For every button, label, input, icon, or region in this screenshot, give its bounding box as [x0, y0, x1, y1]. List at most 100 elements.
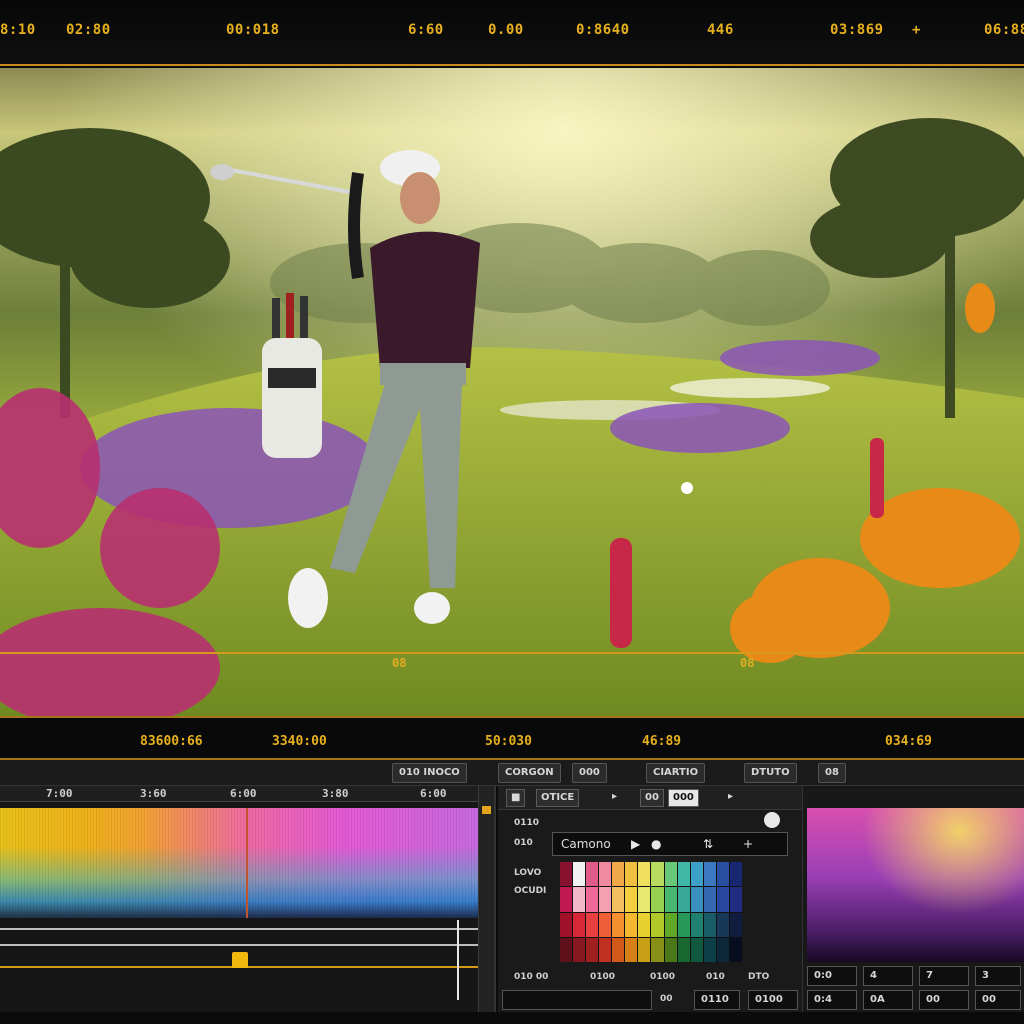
color-swatch[interactable] [677, 862, 690, 887]
color-swatch[interactable] [690, 937, 703, 962]
toolbar-button[interactable]: CIARTIO [646, 763, 706, 783]
color-swatch[interactable] [716, 887, 729, 912]
color-swatch[interactable] [586, 937, 599, 962]
keyframe-marker[interactable] [232, 952, 248, 968]
color-swatch[interactable] [586, 912, 599, 937]
toolbar-button[interactable]: CORGON [498, 763, 561, 783]
color-swatch[interactable] [716, 937, 729, 962]
color-swatch[interactable] [664, 862, 677, 887]
viewer-scrub-line[interactable] [0, 652, 1024, 654]
color-swatch[interactable] [625, 887, 638, 912]
video-viewer[interactable]: 08 08 [0, 68, 1024, 716]
value-field[interactable]: 00 [975, 990, 1021, 1010]
value-field[interactable]: 4 [863, 966, 913, 986]
color-swatch[interactable] [560, 912, 573, 937]
color-swatch[interactable] [677, 937, 690, 962]
color-swatch[interactable] [729, 862, 742, 887]
color-swatch[interactable] [703, 862, 716, 887]
play-icon[interactable]: ▸ [608, 789, 621, 807]
panel-icon-button[interactable]: ■ [506, 789, 526, 807]
color-swatch[interactable] [625, 937, 638, 962]
color-swatch[interactable] [612, 862, 625, 887]
color-swatch[interactable] [599, 912, 612, 937]
color-swatch[interactable] [651, 862, 664, 887]
color-swatch[interactable] [703, 887, 716, 912]
color-swatch[interactable] [586, 887, 599, 912]
color-swatch[interactable] [664, 937, 677, 962]
color-swatch[interactable] [612, 937, 625, 962]
video-clip-track[interactable] [0, 808, 478, 918]
color-swatch[interactable] [638, 912, 651, 937]
toolbar-button[interactable]: 010 INOCO [392, 763, 467, 783]
record-icon[interactable]: ● [651, 833, 661, 855]
color-swatch[interactable] [690, 912, 703, 937]
play-icon[interactable]: ▶ [631, 833, 640, 855]
color-swatch[interactable] [690, 887, 703, 912]
color-preview-swatch[interactable] [807, 808, 1024, 962]
color-swatch-grid[interactable] [560, 862, 742, 962]
color-panel-header: ■ OTICE ▸ 00 000 ▸ [498, 786, 802, 810]
color-swatch[interactable] [560, 887, 573, 912]
footer-field[interactable]: 0100 [748, 990, 798, 1010]
color-swatch[interactable] [625, 912, 638, 937]
color-swatch[interactable] [573, 887, 586, 912]
play-icon[interactable]: ▸ [724, 789, 737, 807]
color-swatch[interactable] [612, 912, 625, 937]
color-swatch[interactable] [612, 887, 625, 912]
color-swatch[interactable] [677, 912, 690, 937]
color-swatch[interactable] [716, 862, 729, 887]
color-swatch[interactable] [573, 912, 586, 937]
scrollbar-thumb[interactable] [482, 806, 491, 814]
footer-input[interactable] [502, 990, 652, 1010]
preset-dropdown[interactable]: Camono ▶ ● ⇅ + [552, 832, 788, 856]
record-icon[interactable] [764, 812, 780, 828]
color-swatch[interactable] [560, 862, 573, 887]
color-swatch[interactable] [729, 912, 742, 937]
color-swatch[interactable] [560, 937, 573, 962]
color-swatch[interactable] [638, 887, 651, 912]
color-swatch[interactable] [677, 887, 690, 912]
color-swatch[interactable] [703, 937, 716, 962]
color-swatch[interactable] [651, 937, 664, 962]
color-swatch[interactable] [729, 937, 742, 962]
add-marker-icon[interactable]: + [912, 22, 921, 38]
color-swatch[interactable] [599, 937, 612, 962]
color-swatch[interactable] [638, 862, 651, 887]
color-swatch[interactable] [573, 937, 586, 962]
value-field[interactable]: 0A [863, 990, 913, 1010]
color-swatch[interactable] [716, 912, 729, 937]
value-field[interactable]: 0:0 [807, 966, 857, 986]
timeline-cursor[interactable] [457, 920, 459, 1000]
toolbar-button[interactable]: 08 [818, 763, 846, 783]
playhead[interactable] [246, 808, 248, 918]
color-swatch[interactable] [729, 887, 742, 912]
color-swatch[interactable] [664, 887, 677, 912]
color-swatch[interactable] [573, 862, 586, 887]
value-field[interactable]: 00 [919, 990, 969, 1010]
color-swatch[interactable] [664, 912, 677, 937]
color-swatch[interactable] [586, 862, 599, 887]
value-field[interactable]: 3 [975, 966, 1021, 986]
toolbar-button[interactable]: 000 [572, 763, 607, 783]
color-swatch[interactable] [690, 862, 703, 887]
panel-button[interactable]: 00 [640, 789, 664, 807]
panel-button-active[interactable]: 000 [668, 789, 699, 807]
color-swatch[interactable] [651, 887, 664, 912]
value-field[interactable]: 0:4 [807, 990, 857, 1010]
timeline-panel[interactable]: 7:00 3:60 6:00 3:80 6:00 [0, 786, 496, 1012]
footer-field[interactable]: 0110 [694, 990, 740, 1010]
color-swatch[interactable] [638, 937, 651, 962]
office-button[interactable]: OTICE [536, 789, 580, 807]
top-timecode-ruler[interactable]: 8:10 02:80 00:018 6:60 0.00 0:8640 446 0… [0, 0, 1024, 66]
color-swatch[interactable] [599, 887, 612, 912]
color-swatch[interactable] [703, 912, 716, 937]
arrows-icon[interactable]: ⇅ [703, 833, 713, 855]
value-field[interactable]: 7 [919, 966, 969, 986]
color-swatch[interactable] [625, 862, 638, 887]
timeline-ruler[interactable]: 7:00 3:60 6:00 3:80 6:00 [0, 786, 478, 802]
timeline-scrollbar[interactable] [478, 786, 494, 1012]
color-swatch[interactable] [599, 862, 612, 887]
add-icon[interactable]: + [743, 833, 753, 855]
toolbar-button[interactable]: DTUTO [744, 763, 797, 783]
color-swatch[interactable] [651, 912, 664, 937]
